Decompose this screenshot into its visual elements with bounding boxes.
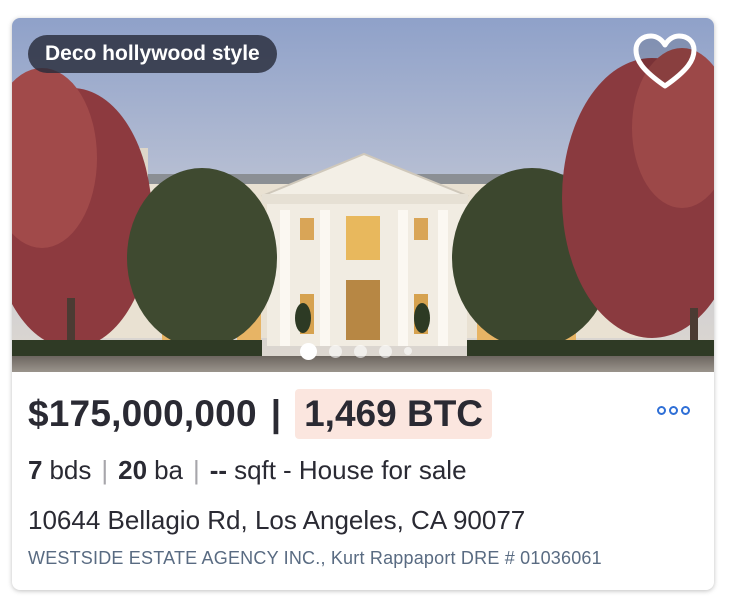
beds-label: bds [49,455,92,485]
divider: | [193,455,200,485]
listing-card[interactable]: Deco hollywood style $175,000,000 | 1,46… [12,18,714,590]
favorite-heart-icon[interactable] [632,32,698,92]
divider: | [101,455,109,485]
price-separator: | [270,393,282,434]
carousel-dot[interactable] [379,344,392,358]
more-dot-icon [669,406,678,415]
carousel-dots[interactable] [300,340,432,362]
carousel-dot[interactable] [404,347,412,355]
more-dot-icon [681,406,690,415]
btc-price: 1,469 BTC [295,389,493,439]
listing-tag: Deco hollywood style [28,35,277,73]
sqft-label: sqft [234,455,277,485]
carousel-dot[interactable] [329,344,342,358]
carousel-dot[interactable] [300,342,317,360]
more-options-button[interactable] [653,402,694,419]
listing-photo[interactable]: Deco hollywood style [12,18,714,372]
baths-label: ba [154,455,183,485]
beds-value: 7 [28,455,43,485]
price-row: $175,000,000 | 1,469 BTC [28,389,493,439]
more-dot-icon [657,406,666,415]
listing-facts: 7 bds | 20 ba | -- sqft - House for sale [28,455,467,486]
baths-value: 20 [118,455,148,485]
sqft-value: -- [209,455,228,485]
listing-address: 10644 Bellagio Rd, Los Angeles, CA 90077 [28,505,526,535]
listing-agency: WESTSIDE ESTATE AGENCY INC., Kurt Rappap… [28,548,602,568]
carousel-dot[interactable] [354,344,367,358]
price: $175,000,000 [28,393,257,434]
property-type: - House for sale [283,455,467,485]
